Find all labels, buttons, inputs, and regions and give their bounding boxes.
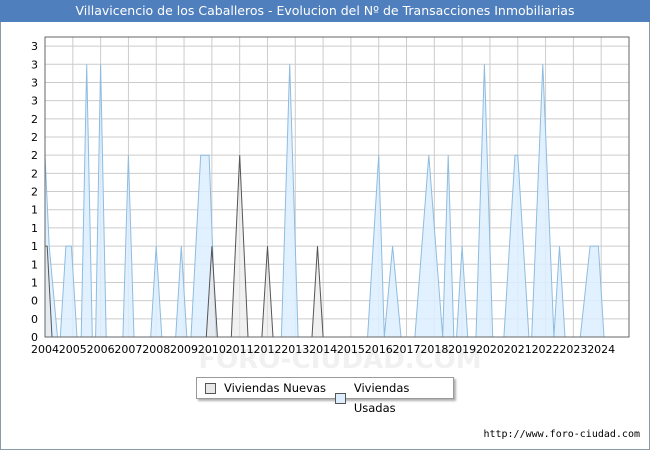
y-tick-label: 2 [31, 131, 38, 144]
y-tick-label: 1 [31, 204, 38, 217]
x-tick-label: 2015 [337, 343, 365, 356]
y-tick-label: 0 [31, 313, 38, 326]
y-tick-label: 0 [31, 295, 38, 308]
x-tick-label: 2006 [87, 343, 115, 356]
y-axis-ticks: 00011111222223333 [31, 40, 38, 344]
x-tick-label: 2005 [59, 343, 87, 356]
x-tick-label: 2019 [448, 343, 476, 356]
legend-item-nuevas: Viviendas Nuevas [205, 378, 326, 398]
x-tick-label: 2012 [253, 343, 281, 356]
x-tick-label: 2020 [476, 343, 504, 356]
x-axis-ticks: 2004 2005 2006 2007 2008 2009 2010 2011 2012 2013… [31, 343, 615, 356]
y-tick-label: 3 [31, 76, 38, 89]
legend-label-usadas: Viviendas Usadas [353, 381, 410, 415]
x-tick-label: 2023 [559, 343, 587, 356]
x-tick-label: 2016 [365, 343, 393, 356]
x-tick-label: 2017 [393, 343, 421, 356]
x-tick-label: 2008 [142, 343, 170, 356]
x-tick-label: 2022 [532, 343, 560, 356]
x-tick-label: 2021 [504, 343, 532, 356]
y-tick-label: 2 [31, 149, 38, 162]
legend-item-usadas: Viviendas Usadas [335, 378, 453, 418]
y-tick-label: 3 [31, 95, 38, 108]
y-tick-label: 3 [31, 58, 38, 71]
x-tick-label: 2018 [420, 343, 448, 356]
legend-swatch-nuevas [205, 382, 216, 394]
y-tick-label: 1 [31, 276, 38, 289]
x-tick-label: 2011 [226, 343, 254, 356]
x-tick-label: 2004 [31, 343, 59, 356]
y-tick-label: 1 [31, 258, 38, 271]
legend-label-nuevas: Viviendas Nuevas [224, 381, 326, 395]
y-tick-label: 1 [31, 240, 38, 253]
legend: Viviendas Nuevas Viviendas Usadas [196, 377, 454, 415]
y-tick-label: 3 [31, 40, 38, 53]
legend-swatch-usadas [335, 392, 346, 404]
x-tick-label: 2024 [587, 343, 615, 356]
x-tick-label: 2009 [170, 343, 198, 356]
x-tick-label: 2010 [198, 343, 226, 356]
x-tick-label: 2007 [114, 343, 142, 356]
y-tick-label: 2 [31, 113, 38, 126]
source-url: http://www.foro-ciudad.com [483, 429, 640, 440]
x-tick-label: 2014 [309, 343, 337, 356]
x-tick-label: 2013 [281, 343, 309, 356]
y-tick-label: 1 [31, 222, 38, 235]
y-tick-label: 2 [31, 186, 38, 199]
y-tick-label: 2 [31, 167, 38, 180]
